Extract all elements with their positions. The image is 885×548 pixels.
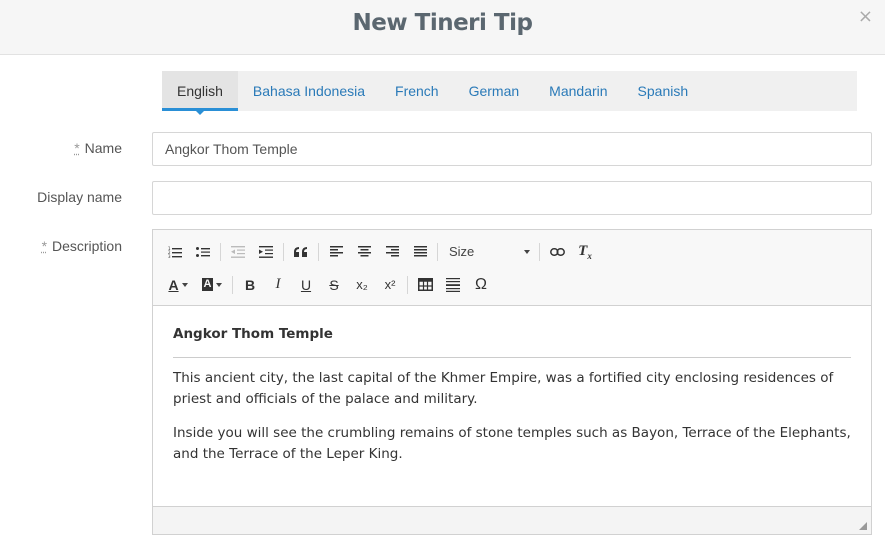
bold-icon[interactable]: B [236,272,264,298]
tab-spanish[interactable]: Spanish [623,71,704,111]
font-size-select[interactable]: Size [441,239,536,265]
link-icon[interactable] [543,239,571,265]
modal-header: New Tineri Tip × [0,0,885,55]
resize-handle-icon[interactable] [859,522,867,530]
table-icon[interactable] [411,272,439,298]
horizontal-line-icon[interactable] [439,272,467,298]
display-name-label: Display name [37,189,122,205]
tab-german[interactable]: German [454,71,535,111]
superscript-icon[interactable]: x² [376,272,404,298]
clear-format-glyph: Tx [578,242,592,261]
numbered-list-icon[interactable]: 123 [161,239,189,265]
toolbar-separator [232,275,233,294]
modal-title: New Tineri Tip [352,10,533,36]
indent-icon[interactable] [252,239,280,265]
required-marker: * [41,238,48,254]
toolbar-separator [539,242,540,261]
toolbar-separator [283,242,284,261]
editor-statusbar [153,506,871,534]
tab-bahasa-indonesia[interactable]: Bahasa Indonesia [238,71,380,111]
align-center-icon[interactable] [350,239,378,265]
underline-icon[interactable]: U [292,272,320,298]
rich-text-editor: 123 Size Tx A A B I U S x₂ x² Ω Angkor T… [152,229,872,535]
language-tabs: English Bahasa Indonesia French German M… [162,71,857,115]
required-marker: * [74,140,80,156]
name-label: * Name [0,140,122,156]
italic-icon[interactable]: I [264,272,292,298]
close-icon[interactable]: × [858,6,873,27]
toolbar-separator [407,275,408,294]
align-right-icon[interactable] [378,239,406,265]
tab-mandarin[interactable]: Mandarin [534,71,622,111]
description-label: * Description [0,238,122,254]
toolbar-separator [437,242,438,261]
clear-format-icon[interactable]: Tx [571,239,599,265]
blockquote-icon[interactable] [287,239,315,265]
bulleted-list-icon[interactable] [189,239,217,265]
chevron-down-icon [181,282,188,287]
toolbar-separator [318,242,319,261]
description-label-text: Description [51,238,122,254]
description-paragraph: This ancient city, the last capital of t… [173,370,834,407]
name-field[interactable] [152,132,872,166]
chevron-down-icon [216,282,223,287]
subscript-icon[interactable]: x₂ [348,272,376,298]
justify-icon[interactable] [406,239,434,265]
editor-toolbar: 123 Size Tx A A B I U S x₂ x² Ω [153,230,871,306]
toolbar-row-2: A A B I U S x₂ x² Ω [161,268,863,301]
text-color-icon[interactable]: A [161,272,195,298]
font-size-label: Size [449,244,475,259]
description-heading: Angkor Thom Temple [173,324,851,358]
display-name-field[interactable] [152,181,872,215]
toolbar-separator [220,242,221,261]
tab-french[interactable]: French [380,71,454,111]
svg-text:3: 3 [168,254,171,258]
name-label-text: Name [84,140,122,156]
editor-content[interactable]: Angkor Thom Temple This ancient city, th… [153,306,871,506]
background-color-icon[interactable]: A [195,272,229,298]
toolbar-row-1: 123 Size Tx [161,235,863,268]
chevron-down-icon [524,249,530,254]
special-character-icon[interactable]: Ω [467,272,495,298]
tab-english[interactable]: English [162,71,238,115]
strikethrough-icon[interactable]: S [320,272,348,298]
description-paragraph: Inside you will see the crumbling remain… [173,425,851,462]
outdent-icon[interactable] [224,239,252,265]
align-left-icon[interactable] [322,239,350,265]
